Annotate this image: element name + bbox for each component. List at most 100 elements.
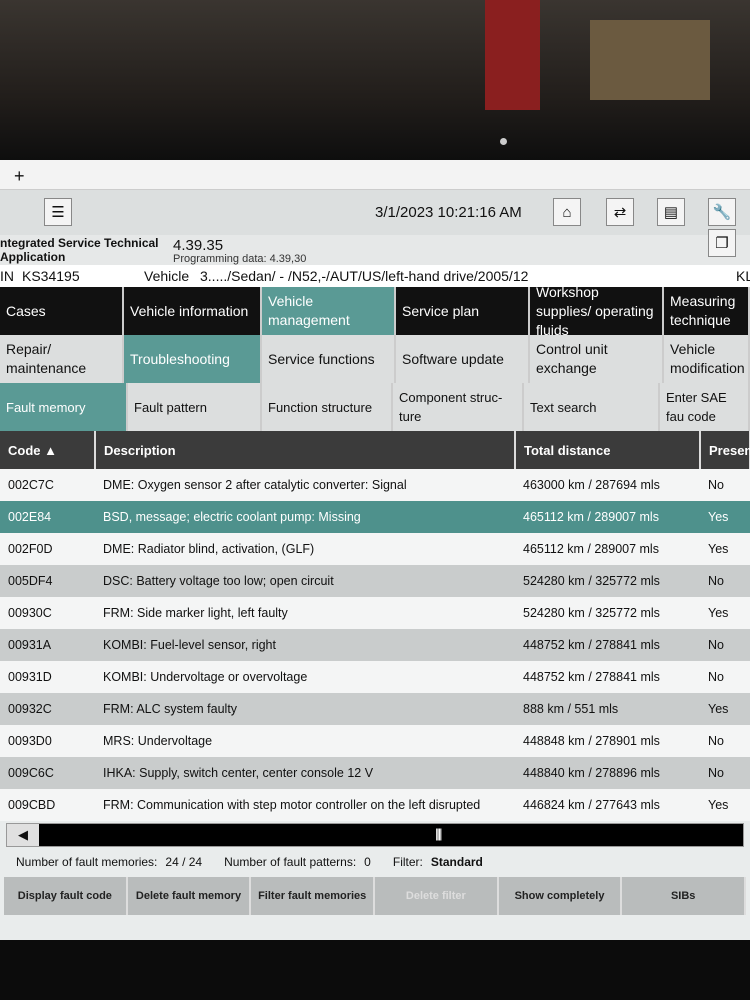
cell-description: FRM: ALC system faulty [95, 693, 515, 725]
home-icon[interactable]: ⌂ [553, 198, 581, 226]
show-completely-button[interactable]: Show completely [498, 877, 623, 915]
sibs-button[interactable]: SIBs [622, 877, 747, 915]
status-bar: Number of fault memories: 24 / 24 Number… [0, 847, 750, 877]
vehicle-extra: KL [736, 268, 750, 284]
cell-description: DME: Radiator blind, activation, (GLF) [95, 533, 515, 565]
table-row[interactable]: 009CBD FRM: Communication with step motor… [0, 789, 750, 821]
col-description[interactable]: Description [95, 431, 516, 469]
filter-fault-memories-button[interactable]: Filter fault memories [251, 877, 376, 915]
table-row[interactable]: 005DF4 DSC: Battery voltage too low; open… [0, 565, 750, 597]
cell-code: 00932C [0, 693, 95, 725]
tab-component-structure[interactable]: Component struc- ture [393, 383, 524, 431]
table-row[interactable]: 0093D0 MRS: Undervoltage 448848 km / 27890… [0, 725, 750, 757]
table-row[interactable]: 00931D KOMBI: Undervoltage or overvoltage… [0, 661, 750, 693]
print-icon[interactable]: ▤ [657, 198, 685, 226]
nav-cases[interactable]: Cases [0, 287, 124, 335]
nav-service-functions[interactable]: Service functions [262, 335, 396, 383]
cell-present: No [700, 469, 750, 501]
cell-distance: 465112 km / 289007 mls [515, 533, 700, 565]
table-row[interactable]: 00932C FRM: ALC system faulty 888 km / 551… [0, 693, 750, 725]
nav-troubleshooting[interactable]: Troubleshooting [124, 335, 262, 383]
cell-present: Yes [700, 533, 750, 565]
cell-code: 00931A [0, 629, 95, 661]
table-row[interactable]: 00930C FRM: Side marker light, left fault… [0, 597, 750, 629]
table-row[interactable]: 002E84 BSD, message; electric coolant pum… [0, 501, 750, 533]
delete-filter-button[interactable]: Delete filter [375, 877, 499, 915]
vehicle-value: 3...../Sedan/ - /N52,-/AUT/US/left-hand … [200, 268, 529, 284]
cell-description: DSC: Battery voltage too low; open circu… [95, 565, 515, 597]
cell-code: 002E84 [0, 501, 95, 533]
wrench-icon[interactable]: 🔧 [708, 198, 736, 226]
tab-fault-pattern[interactable]: Fault pattern [128, 383, 262, 431]
cell-description: DME: Oxygen sensor 2 after catalytic con… [95, 469, 515, 501]
cell-code: 002C7C [0, 469, 95, 501]
tab-bar: + [0, 160, 750, 190]
nav-vehicle-information[interactable]: Vehicle information [124, 287, 262, 335]
tab-function-structure[interactable]: Function structure [262, 383, 393, 431]
cell-present: Yes [700, 501, 750, 533]
cell-present: No [700, 629, 750, 661]
nav-service-plan[interactable]: Service plan [396, 287, 530, 335]
nav-row-2: Repair/ maintenance Troubleshooting Serv… [0, 335, 750, 383]
cell-description: FRM: Communication with step motor contr… [95, 789, 515, 821]
ista-window: + ☰ 3/1/2023 10:21:16 AM ⌂ ⇄ ▤ 🔧 ntegrat… [0, 160, 750, 940]
list-icon[interactable]: ☰ [44, 198, 72, 226]
background-photo [0, 0, 750, 160]
cell-code: 002F0D [0, 533, 95, 565]
scroll-left-icon[interactable]: ◀ [7, 824, 39, 846]
fault-memories-label: Number of fault memories: [16, 855, 158, 869]
cell-code: 009CBD [0, 789, 95, 821]
nav-software-update[interactable]: Software update [396, 335, 530, 383]
nav-vehicle-management[interactable]: Vehicle management [262, 287, 396, 335]
vin: KS34195 [22, 268, 80, 284]
cell-description: FRM: Side marker light, left faulty [95, 597, 515, 629]
scroll-grip-icon[interactable]: |||| [435, 826, 442, 841]
cell-distance: 448848 km / 278901 mls [515, 725, 700, 757]
cell-present: No [700, 661, 750, 693]
table-row[interactable]: 002C7C DME: Oxygen sensor 2 after catalyt… [0, 469, 750, 501]
nav-row-3: Fault memory Fault pattern Function stru… [0, 383, 750, 431]
nav-workshop-supplies[interactable]: Workshop supplies/ operating fluids [530, 284, 664, 338]
cell-distance: 465112 km / 289007 mls [515, 501, 700, 533]
transfer-icon[interactable]: ⇄ [606, 198, 634, 226]
fault-patterns-value: 0 [364, 855, 371, 869]
nav-control-unit-exchange[interactable]: Control unit exchange [530, 335, 664, 383]
col-code[interactable]: Code ▲ [0, 431, 96, 469]
cell-distance: 463000 km / 287694 mls [515, 469, 700, 501]
app-info: ntegrated Service Technical Application 4… [0, 229, 750, 265]
cell-present: No [700, 565, 750, 597]
vehicle-bar: IN KS34195 Vehicle 3...../Sedan/ - /N52,… [0, 265, 750, 287]
nav-measuring-technique[interactable]: Measuring technique [664, 287, 750, 335]
col-present[interactable]: Presen [700, 431, 750, 469]
tab-fault-memory[interactable]: Fault memory [0, 383, 128, 431]
tab-enter-sae-code[interactable]: Enter SAE fau code [660, 383, 750, 431]
cell-code: 0093D0 [0, 725, 95, 757]
delete-fault-memory-button[interactable]: Delete fault memory [127, 877, 252, 915]
add-tab-button[interactable]: + [14, 166, 25, 186]
cell-distance: 448840 km / 278896 mls [515, 757, 700, 789]
fault-table: Code ▲ Description Total distance Presen… [0, 431, 750, 821]
toolbar: ☰ 3/1/2023 10:21:16 AM ⌂ ⇄ ▤ 🔧 [0, 190, 750, 235]
cell-code: 00931D [0, 661, 95, 693]
nav-repair[interactable]: Repair/ maintenance [0, 335, 124, 383]
app-name: ntegrated Service Technical [0, 236, 159, 250]
col-total-distance[interactable]: Total distance [515, 431, 701, 469]
fault-memories-value: 24 / 24 [165, 855, 203, 869]
cell-description: IHKA: Supply, switch center, center cons… [95, 757, 515, 789]
version: 4.39.35 [173, 237, 224, 254]
fault-patterns-label: Number of fault patterns: [224, 855, 357, 869]
copy-icon[interactable]: ❐ [708, 229, 736, 257]
tab-text-search[interactable]: Text search [524, 383, 660, 431]
cell-description: KOMBI: Fuel-level sensor, right [95, 629, 515, 661]
table-row[interactable]: 009C6C IHKA: Supply, switch center, cente… [0, 757, 750, 789]
cell-present: No [700, 725, 750, 757]
display-fault-code-button[interactable]: Display fault code [4, 877, 128, 915]
horizontal-scrollbar[interactable]: ◀ |||| [6, 823, 744, 847]
table-row[interactable]: 002F0D DME: Radiator blind, activation, (… [0, 533, 750, 565]
nav-vehicle-modification[interactable]: Vehicle modification [664, 335, 750, 383]
cell-present: No [700, 757, 750, 789]
cell-distance: 888 km / 551 mls [515, 693, 700, 725]
table-row[interactable]: 00931A KOMBI: Fuel-level sensor, right 448… [0, 629, 750, 661]
cell-present: Yes [700, 597, 750, 629]
cell-distance: 524280 km / 325772 mls [515, 597, 700, 629]
